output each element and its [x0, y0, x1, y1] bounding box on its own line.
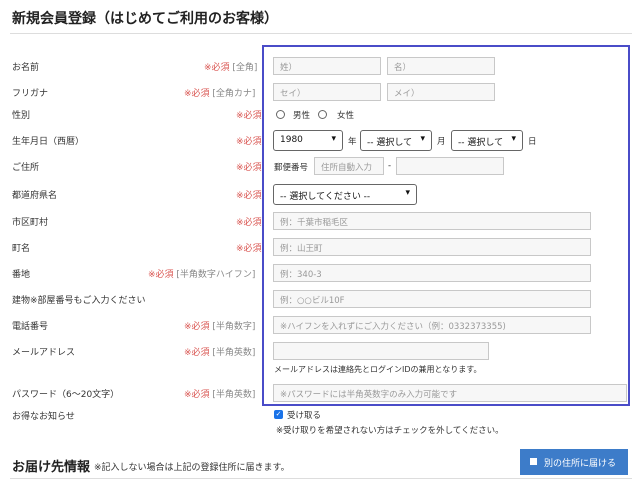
female-label: 女性 — [337, 111, 355, 121]
row-email: メールアドレス ※必須 [半角英数] — [0, 340, 640, 364]
email-label: メールアドレス — [12, 348, 76, 358]
chevron-down-icon: ▾ — [331, 134, 336, 144]
chevron-down-icon: ▾ — [405, 188, 410, 198]
row-city: 市区町村 ※必須 例：千葉市稲毛区 — [0, 210, 640, 234]
street-required: ※必須 [半角数字ハイフン] — [148, 270, 256, 280]
newsletter-note: ※受け取りを希望されない方はチェックを外してください。 — [276, 426, 504, 436]
birth-required: ※必須 — [236, 137, 262, 147]
newsletter-checkbox[interactable]: ✓ — [274, 410, 283, 419]
zip-dash: - — [388, 161, 392, 171]
zip-first-input[interactable]: 住所自動入力 — [314, 157, 384, 175]
row-town: 町名 ※必須 例：山王町 — [0, 236, 640, 260]
chevron-down-icon: ▾ — [511, 134, 516, 144]
first-name-input[interactable]: 名） — [387, 57, 495, 75]
birth-day-select[interactable]: -- 選択して ▾ — [451, 130, 523, 151]
city-label: 市区町村 — [12, 218, 49, 228]
birth-month-select[interactable]: -- 選択して ▾ — [360, 130, 432, 151]
chevron-down-icon: ▾ — [420, 134, 425, 144]
email-input[interactable] — [273, 342, 489, 360]
street-input[interactable]: 例：340-3 — [273, 264, 591, 282]
phone-required: ※必須 [半角数字] — [184, 322, 256, 332]
title-divider — [10, 33, 632, 34]
alternate-address-label: 別の住所に届ける — [544, 459, 617, 469]
zip-label: 郵便番号 — [274, 163, 309, 173]
phone-input[interactable]: ※ハイフンを入れずにご入力ください（例：0332373355) — [273, 316, 591, 334]
row-phone: 電話番号 ※必須 [半角数字] ※ハイフンを入れずにご入力ください（例：0332… — [0, 314, 640, 338]
city-input[interactable]: 例：千葉市稲毛区 — [273, 212, 591, 230]
password-label: パスワード（6～20文字） — [12, 390, 120, 400]
newsletter-checkbox-label: 受け取る — [287, 411, 322, 421]
kana-required: ※必須 [全角カナ] — [184, 89, 256, 99]
phone-label: 電話番号 — [12, 322, 49, 332]
building-input[interactable]: 例：○○ビル10F — [273, 290, 591, 308]
male-radio[interactable] — [276, 110, 285, 119]
male-label: 男性 — [293, 111, 311, 121]
day-unit: 日 — [528, 137, 537, 147]
page-title: 新規会員登録（はじめてご利用のお客様） — [12, 11, 278, 27]
row-kana: フリガナ ※必須 [全角カナ] セイ） メイ） — [0, 81, 640, 105]
row-street: 番地 ※必須 [半角数字ハイフン] 例：340-3 — [0, 262, 640, 286]
street-label: 番地 — [12, 270, 31, 280]
row-address: ご住所 ※必須 郵便番号 住所自動入力 - — [0, 155, 640, 179]
month-unit: 月 — [437, 137, 446, 147]
row-birth: 生年月日（西暦） ※必須 1980 ▾ 年 -- 選択して ▾ 月 -- 選択して ▾… — [0, 129, 640, 153]
delivery-note: ※記入しない場合は上記の登録住所に届きます。 — [94, 463, 290, 473]
year-unit: 年 — [348, 137, 357, 147]
building-label: 建物※部屋番号もご入力ください — [12, 296, 146, 306]
delivery-divider — [10, 478, 632, 479]
town-required: ※必須 — [236, 244, 262, 254]
town-label: 町名 — [12, 244, 31, 254]
first-kana-input[interactable]: メイ） — [387, 83, 495, 101]
prefecture-required: ※必須 — [236, 191, 262, 201]
name-label: お名前 — [12, 63, 40, 73]
checkbox-icon — [530, 458, 537, 465]
city-required: ※必須 — [236, 218, 262, 228]
alternate-address-button[interactable]: 別の住所に届ける — [520, 449, 628, 475]
birth-year-select[interactable]: 1980 ▾ — [273, 130, 343, 151]
zip-second-input[interactable] — [396, 157, 504, 175]
prefecture-label: 都道府県名 — [12, 191, 58, 201]
address-required: ※必須 — [236, 163, 262, 173]
password-required: ※必須 [半角英数] — [184, 390, 256, 400]
row-gender: 性別 ※必須 男性 女性 — [0, 103, 640, 127]
female-radio[interactable] — [318, 110, 327, 119]
name-required: ※必須 [全角] — [204, 63, 258, 73]
town-input[interactable]: 例：山王町 — [273, 238, 591, 256]
address-label: ご住所 — [12, 163, 40, 173]
row-name: お名前 ※必須 [全角] 姓） 名） — [0, 55, 640, 79]
kana-label: フリガナ — [12, 89, 49, 99]
email-required: ※必須 [半角英数] — [184, 348, 256, 358]
gender-label: 性別 — [12, 111, 31, 121]
prefecture-select[interactable]: -- 選択してください -- ▾ — [273, 184, 417, 205]
row-building: 建物※部屋番号もご入力ください 例：○○ビル10F — [0, 288, 640, 312]
gender-required: ※必須 — [236, 111, 262, 121]
row-prefecture: 都道府県名 ※必須 -- 選択してください -- ▾ — [0, 183, 640, 207]
last-name-input[interactable]: 姓） — [273, 57, 381, 75]
password-input[interactable]: ※パスワードには半角英数字のみ入力可能です — [273, 384, 627, 402]
delivery-title: お届け先情報 — [12, 460, 91, 475]
row-password: パスワード（6～20文字） ※必須 [半角英数] ※パスワードには半角英数字のみ… — [0, 382, 640, 406]
last-kana-input[interactable]: セイ） — [273, 83, 381, 101]
newsletter-label: お得なお知らせ — [12, 412, 75, 422]
email-note: メールアドレスは連絡先とログインIDの兼用となります。 — [274, 365, 482, 374]
birth-label: 生年月日（西暦） — [12, 137, 85, 147]
